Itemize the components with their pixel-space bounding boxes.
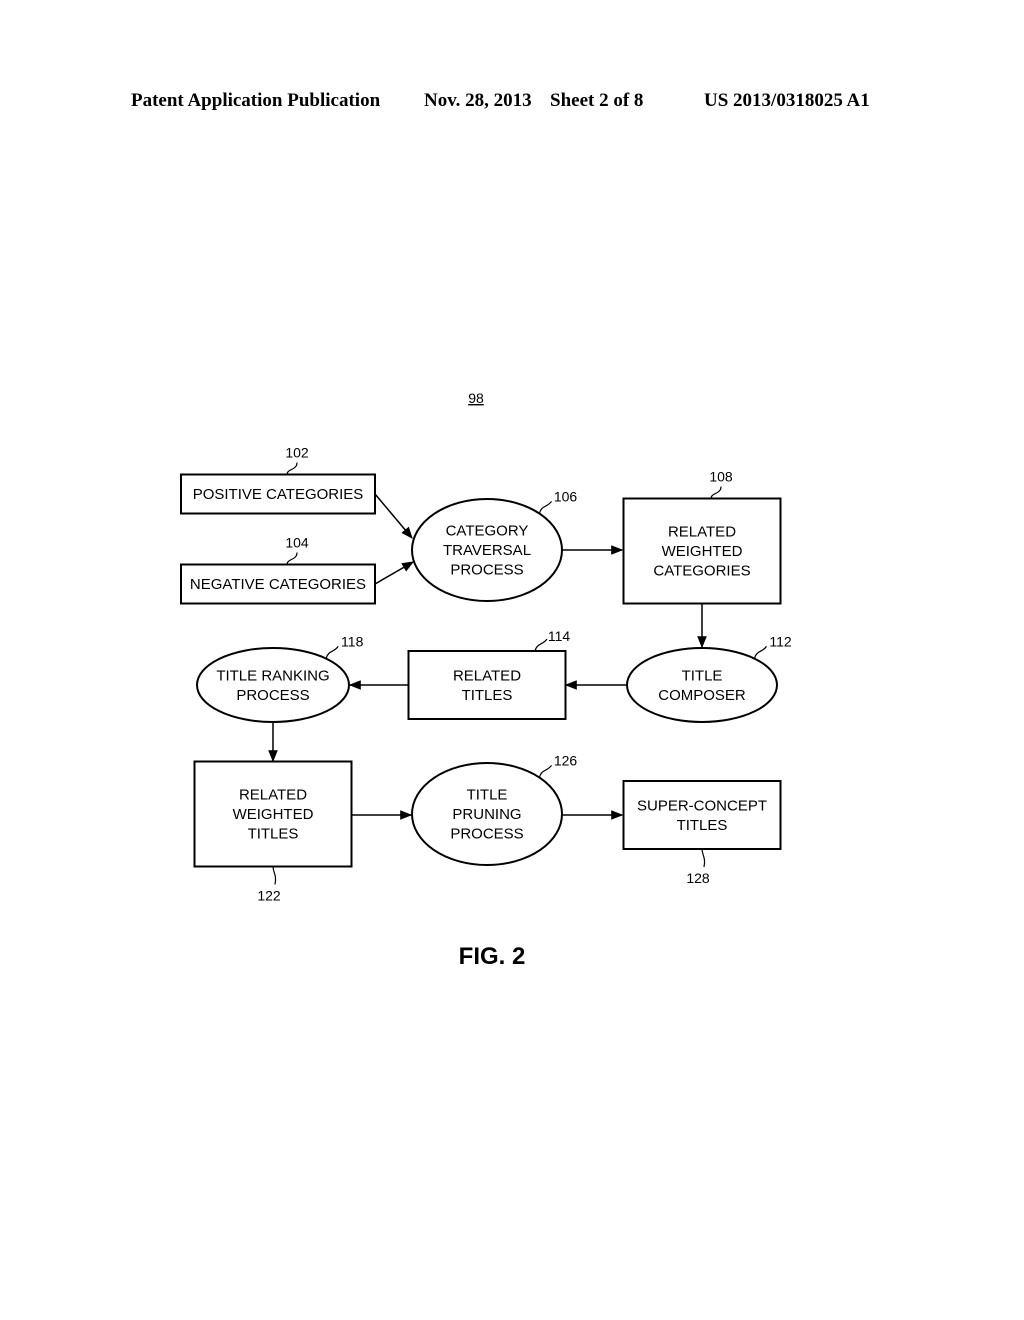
node-label: PRUNING bbox=[452, 806, 521, 823]
node-label: TRAVERSAL bbox=[443, 542, 531, 559]
node-114: RELATED TITLES 114 bbox=[407, 628, 571, 720]
ellipse-shape bbox=[626, 647, 778, 723]
leader-line bbox=[286, 462, 298, 475]
reference-numeral: 128 bbox=[686, 870, 710, 886]
node-label: TITLE RANKING bbox=[216, 667, 329, 684]
node-118: TITLE RANKING PROCESS 118 bbox=[196, 633, 364, 723]
node-label: COMPOSER bbox=[658, 687, 746, 704]
box-shape bbox=[622, 780, 782, 850]
node-label: PROCESS bbox=[450, 826, 523, 843]
reference-numeral: 126 bbox=[554, 752, 578, 768]
node-128: SUPER-CONCEPT TITLES 128 bbox=[622, 780, 782, 886]
node-label: TITLE bbox=[682, 667, 723, 684]
node-label: WEIGHTED bbox=[233, 806, 314, 823]
arrow-102-to-106 bbox=[374, 493, 413, 539]
node-label: NEGATIVE CATEGORIES bbox=[190, 576, 366, 593]
leader-line bbox=[538, 500, 552, 514]
figure-label: FIG. 2 bbox=[459, 943, 526, 970]
arrow-104-to-106 bbox=[374, 561, 415, 585]
node-label: TITLES bbox=[677, 817, 728, 834]
node-label: RELATED bbox=[239, 787, 307, 804]
node-label: TITLES bbox=[248, 826, 299, 843]
node-label: PROCESS bbox=[236, 687, 309, 704]
node-label: RELATED bbox=[668, 524, 736, 541]
node-126: TITLE PRUNING PROCESS 126 bbox=[411, 752, 578, 866]
node-label: TITLES bbox=[462, 687, 513, 704]
node-112: TITLE COMPOSER 112 bbox=[626, 633, 792, 723]
flow-diagram: 98 POSITIVE CATEGORIES 102 NEGATIVE CATEGO… bbox=[180, 390, 792, 970]
reference-numeral: 104 bbox=[285, 535, 309, 551]
node-label: WEIGHTED bbox=[662, 543, 743, 560]
node-label: CATEGORIES bbox=[653, 563, 750, 580]
leader-line bbox=[701, 848, 706, 868]
ellipse-shape bbox=[196, 647, 350, 723]
node-label: RELATED bbox=[453, 667, 521, 684]
reference-numeral: 122 bbox=[257, 888, 281, 904]
diagram-reference-number: 98 bbox=[468, 390, 484, 406]
leader-line bbox=[538, 764, 552, 778]
node-108: RELATED WEIGHTED CATEGORIES 108 bbox=[622, 469, 782, 605]
node-106: CATEGORY TRAVERSAL PROCESS 106 bbox=[411, 488, 578, 602]
leader-line bbox=[534, 638, 548, 652]
node-label: SUPER-CONCEPT bbox=[637, 797, 767, 814]
reference-numeral: 114 bbox=[548, 628, 571, 644]
leader-line bbox=[272, 866, 277, 885]
reference-numeral: 108 bbox=[709, 469, 733, 485]
node-122: RELATED WEIGHTED TITLES 122 bbox=[193, 760, 353, 904]
reference-numeral: 102 bbox=[285, 445, 309, 461]
node-104: NEGATIVE CATEGORIES 104 bbox=[180, 535, 376, 605]
node-label: POSITIVE CATEGORIES bbox=[193, 486, 364, 503]
reference-numeral: 118 bbox=[341, 633, 364, 649]
leader-line bbox=[286, 552, 298, 565]
reference-numeral: 112 bbox=[769, 633, 792, 649]
leader-line bbox=[325, 645, 339, 659]
leader-line bbox=[753, 645, 767, 659]
box-shape bbox=[407, 650, 567, 720]
node-102: POSITIVE CATEGORIES 102 bbox=[180, 445, 376, 515]
node-label: TITLE bbox=[467, 787, 508, 804]
reference-numeral: 106 bbox=[554, 488, 578, 504]
node-label: PROCESS bbox=[450, 562, 523, 579]
node-label: CATEGORY bbox=[446, 523, 529, 540]
leader-line bbox=[710, 486, 722, 499]
